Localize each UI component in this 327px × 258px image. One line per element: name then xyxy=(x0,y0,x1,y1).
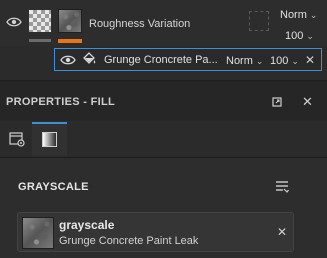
close-panel-icon[interactable]: ✕ xyxy=(302,94,313,110)
layer-content-thumbnail[interactable] xyxy=(58,9,82,33)
properties-panel-title: PROPERTIES - FILL xyxy=(6,96,115,108)
opacity-value: 100 xyxy=(285,30,304,42)
layer-blend-mode-dropdown[interactable]: Norm ⌄ xyxy=(280,9,317,21)
resource-thumbnail xyxy=(22,217,54,249)
selected-thumbnail-indicator xyxy=(58,39,82,43)
visibility-eye-icon[interactable] xyxy=(6,16,22,28)
layer-mask-thumbnail[interactable] xyxy=(29,10,51,32)
remove-resource-close-icon[interactable]: ✕ xyxy=(277,225,287,239)
section-options-menu-icon[interactable] xyxy=(275,180,289,194)
layer-opacity-dropdown[interactable]: 100 ⌄ xyxy=(285,30,314,42)
chevron-down-icon: ⌄ xyxy=(255,56,264,66)
sublayer-close-icon[interactable]: ✕ xyxy=(305,53,315,67)
fill-bucket-icon xyxy=(83,52,96,64)
sublayer-opacity-value: 100 xyxy=(270,55,289,67)
mask-thumbnail-indicator xyxy=(29,39,51,42)
chevron-down-icon: ⌄ xyxy=(306,31,314,41)
layer-mask-slot[interactable] xyxy=(249,11,269,31)
chevron-down-icon: ⌄ xyxy=(309,10,318,20)
sublayer-opacity-dropdown[interactable]: 100 ⌄ xyxy=(270,55,299,67)
layer-name: Roughness Variation xyxy=(89,18,191,30)
blend-mode-value: Norm xyxy=(280,9,307,21)
sublayer-blend-mode-dropdown[interactable]: Norm ⌄ xyxy=(226,55,263,67)
resource-source-name: Grunge Concrete Paint Leak xyxy=(59,235,199,247)
chevron-down-icon: ⌄ xyxy=(291,56,299,66)
grayscale-section-title: GRAYSCALE xyxy=(18,181,89,193)
sublayer-name: Grunge Croncrete Pa... xyxy=(104,54,218,66)
gradient-fill-icon xyxy=(42,132,57,147)
resource-channel-name: grayscale xyxy=(59,218,115,232)
sublayer-blend-mode-value: Norm xyxy=(226,55,253,67)
tab-layer-settings-icon[interactable] xyxy=(9,131,25,147)
float-panel-icon[interactable] xyxy=(272,97,282,107)
sublayer-visibility-eye-icon[interactable] xyxy=(60,54,76,66)
